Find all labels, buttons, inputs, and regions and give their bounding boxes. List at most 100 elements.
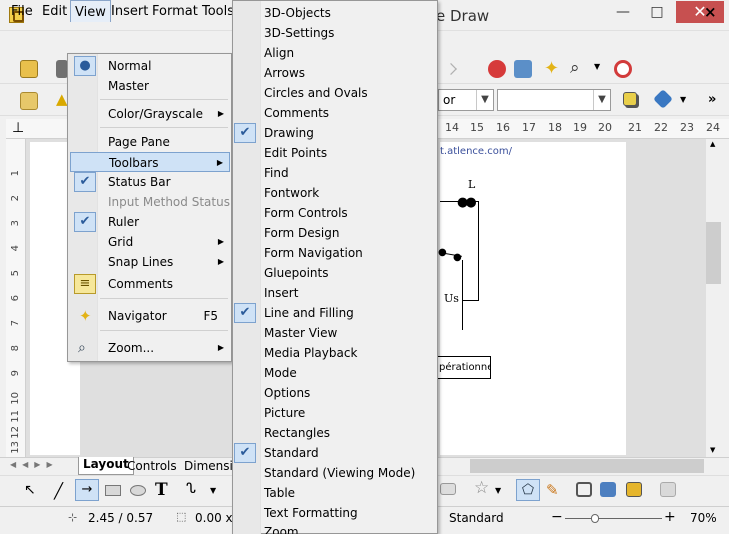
shadow-icon[interactable] bbox=[623, 92, 637, 106]
menu-file[interactable]: File bbox=[11, 4, 33, 19]
view-menu-item-ruler[interactable]: ✔ Ruler bbox=[70, 212, 230, 232]
toolbar-item-fontwork[interactable]: Fontwork bbox=[233, 183, 437, 203]
callout-icon[interactable] bbox=[440, 483, 456, 495]
toolbar-item-align[interactable]: Align bbox=[233, 43, 437, 63]
view-menu-item-toolbars[interactable]: Toolbars ▶ bbox=[70, 152, 230, 172]
star-shapes-icon[interactable]: ☆ bbox=[474, 478, 489, 498]
toolbar-item-find[interactable]: Find bbox=[233, 163, 437, 183]
style-combo[interactable]: or ▼ bbox=[438, 89, 494, 111]
toolbar-item-insert[interactable]: Insert bbox=[233, 283, 437, 303]
star-effects-icon[interactable]: ✦ bbox=[544, 58, 559, 79]
image-icon[interactable] bbox=[514, 60, 532, 78]
line-tool-icon[interactable]: ╱ bbox=[54, 482, 63, 500]
horizontal-scroll-thumb[interactable] bbox=[470, 459, 704, 473]
view-menu-item-snap-lines[interactable]: Snap Lines ▶ bbox=[70, 252, 230, 272]
help-icon[interactable] bbox=[614, 60, 632, 78]
chevron-down-icon[interactable]: ▼ bbox=[594, 62, 600, 71]
chevron-down-icon[interactable]: ▼ bbox=[680, 95, 686, 104]
tab-nav-arrows[interactable]: ◀◀▶▶ bbox=[10, 460, 59, 469]
glue-points-icon[interactable]: ✎ bbox=[546, 481, 559, 499]
view-menu-item-status-bar[interactable]: ✔ Status Bar bbox=[70, 172, 230, 192]
toolbar-item-circles-ovals[interactable]: Circles and Ovals bbox=[233, 83, 437, 103]
toolbar-item-edit-points[interactable]: Edit Points bbox=[233, 143, 437, 163]
line-arrow-tool-icon[interactable]: → bbox=[75, 479, 99, 501]
toolbar-item-media-playback[interactable]: Media Playback bbox=[233, 343, 437, 363]
zoom-in-button[interactable]: + bbox=[664, 509, 676, 525]
ruler-mark: 5 bbox=[10, 270, 21, 277]
toolbar-item-options[interactable]: Options bbox=[233, 383, 437, 403]
toolbar-item-standard[interactable]: ✔ Standard bbox=[233, 443, 437, 463]
scroll-down-arrow[interactable]: ▼ bbox=[710, 446, 715, 454]
close-document-button[interactable]: × bbox=[704, 3, 717, 21]
view-menu-item-master[interactable]: Master bbox=[70, 76, 230, 96]
menu-format[interactable]: Format bbox=[152, 4, 198, 19]
points-tool-icon[interactable]: ⬠ bbox=[516, 479, 540, 501]
select-arrow-icon[interactable]: ↖ bbox=[24, 482, 36, 498]
ruler-mark: 6 bbox=[10, 295, 21, 302]
curve-tool-icon[interactable]: ᔐ bbox=[186, 481, 196, 497]
scroll-up-arrow[interactable]: ▲ bbox=[710, 140, 715, 148]
rectangle-tool-icon[interactable] bbox=[105, 485, 121, 496]
menu-tools[interactable]: Tools bbox=[202, 4, 234, 19]
view-menu-item-navigator[interactable]: ✦ Navigator F5 bbox=[70, 306, 230, 326]
toolbar-item-form-navigation[interactable]: Form Navigation bbox=[233, 243, 437, 263]
view-menu-item-page-pane[interactable]: Page Pane bbox=[70, 132, 230, 152]
chart-icon[interactable] bbox=[488, 60, 506, 78]
toolbar-item-master-view[interactable]: Master View bbox=[233, 323, 437, 343]
view-menu-item-grid[interactable]: Grid ▶ bbox=[70, 232, 230, 252]
zoom-slider-thumb[interactable] bbox=[591, 514, 599, 523]
layout-icon[interactable] bbox=[20, 92, 38, 110]
toolbar-item-form-controls[interactable]: Form Controls bbox=[233, 203, 437, 223]
toolbar-item-text-formatting[interactable]: Text Formatting bbox=[233, 503, 437, 523]
gallery-icon[interactable] bbox=[626, 482, 642, 497]
tab-controls[interactable]: Controls bbox=[127, 459, 177, 473]
style-value: or bbox=[443, 93, 456, 107]
extrusion-icon[interactable] bbox=[660, 482, 676, 497]
checkmark-icon: ✔ bbox=[234, 123, 256, 143]
tab-stop-icon[interactable]: ⊥ bbox=[12, 120, 24, 136]
menu-view[interactable]: View bbox=[70, 0, 111, 22]
view-menu-item-normal[interactable]: ● Normal bbox=[70, 56, 230, 76]
toolbar-item-form-design[interactable]: Form Design bbox=[233, 223, 437, 243]
toolbar-item-3d-objects[interactable]: 3D-Objects bbox=[233, 3, 437, 23]
new-document-icon[interactable] bbox=[20, 60, 38, 78]
chevron-down-icon[interactable]: ▼ bbox=[495, 486, 501, 495]
zoom-level[interactable]: 70% bbox=[690, 511, 717, 525]
zoom-slider[interactable] bbox=[565, 518, 662, 519]
toolbar-item-mode[interactable]: Mode bbox=[233, 363, 437, 383]
more-toolbar-icon[interactable]: » bbox=[708, 92, 716, 107]
menu-insert[interactable]: Insert bbox=[111, 4, 148, 19]
zoom-out-button[interactable]: − bbox=[551, 509, 563, 525]
toolbar-item-gluepoints[interactable]: Gluepoints bbox=[233, 263, 437, 283]
text-tool-icon[interactable]: T bbox=[155, 480, 168, 500]
view-menu-item-comments[interactable]: ≡ Comments bbox=[70, 274, 230, 294]
vertical-scroll-thumb[interactable] bbox=[706, 222, 721, 284]
minimize-button[interactable]: — bbox=[606, 1, 640, 23]
chevron-down-icon[interactable]: ▼ bbox=[593, 90, 610, 110]
toolbar-item-rectangles[interactable]: Rectangles bbox=[233, 423, 437, 443]
from-file-icon[interactable] bbox=[600, 482, 616, 497]
close-window-button[interactable]: ✕ bbox=[676, 1, 724, 23]
chevron-down-icon[interactable]: ▼ bbox=[476, 90, 493, 110]
warning-icon: ▲ bbox=[56, 90, 68, 108]
toolbar-item-drawing[interactable]: ✔ Drawing bbox=[233, 123, 437, 143]
toolbar-item-arrows[interactable]: Arrows bbox=[233, 63, 437, 83]
menu-edit[interactable]: Edit bbox=[42, 4, 67, 19]
vertical-scrollbar[interactable] bbox=[706, 139, 723, 457]
toolbar-item-zoom[interactable]: Zoom bbox=[233, 522, 437, 534]
toolbar-item-table[interactable]: Table bbox=[233, 483, 437, 503]
ellipse-tool-icon[interactable] bbox=[130, 485, 146, 496]
maximize-button[interactable]: □ bbox=[640, 1, 674, 23]
toolbar-item-line-filling[interactable]: ✔ Line and Filling bbox=[233, 303, 437, 323]
toolbar-item-3d-settings[interactable]: 3D-Settings bbox=[233, 23, 437, 43]
toolbar-item-comments[interactable]: Comments bbox=[233, 103, 437, 123]
view-menu-item-zoom[interactable]: ⌕ Zoom... ▶ bbox=[70, 338, 230, 358]
toolbar-item-picture[interactable]: Picture bbox=[233, 403, 437, 423]
toolbar-item-standard-viewing[interactable]: Standard (Viewing Mode) bbox=[233, 463, 437, 483]
view-menu-item-color-grayscale[interactable]: Color/Grayscale ▶ bbox=[70, 104, 230, 124]
chevron-down-icon[interactable]: ▼ bbox=[210, 486, 216, 495]
color-combo[interactable]: ▼ bbox=[497, 89, 611, 111]
fontwork-icon[interactable] bbox=[576, 482, 592, 497]
tab-layout[interactable]: Layout bbox=[78, 457, 134, 475]
zoom-pan-icon[interactable]: ⌕ bbox=[570, 58, 580, 78]
